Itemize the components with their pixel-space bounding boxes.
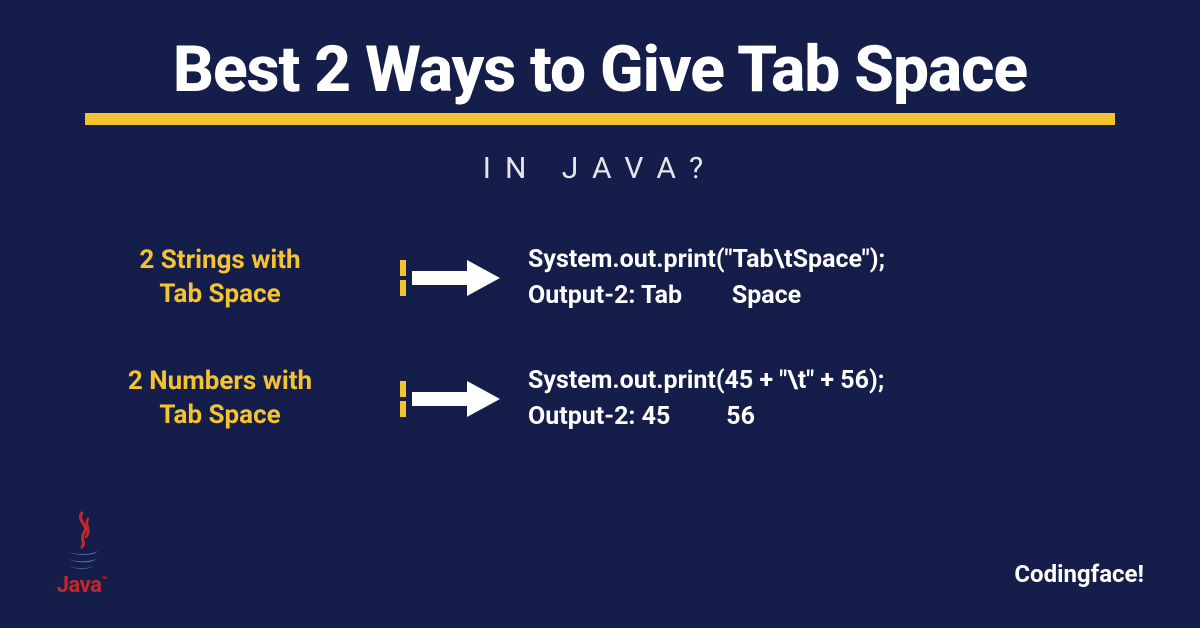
page-title: Best 2 Ways to Give Tab Space	[173, 32, 1027, 107]
brand-watermark: Codingface!	[1014, 560, 1144, 588]
java-logo-text: Java™	[57, 573, 107, 598]
example-label-line1: 2 Strings with	[139, 245, 300, 275]
example-row: 2 Strings with Tab Space System.out.prin…	[0, 242, 1200, 315]
java-logo-icon: Java™	[56, 511, 108, 598]
example-label-line2: Tab Space	[159, 279, 280, 309]
arrow-icon	[400, 379, 502, 419]
examples-list: 2 Strings with Tab Space System.out.prin…	[0, 242, 1200, 435]
example-label-line2: Tab Space	[159, 400, 280, 430]
output-line: Output-2: Tab Space	[528, 278, 885, 314]
header: Best 2 Ways to Give Tab Space IN JAVA?	[0, 0, 1200, 186]
example-code: System.out.print("Tab\tSpace"); Output-2…	[528, 242, 885, 315]
output-line: Output-2: 45 56	[528, 399, 884, 435]
arrow-icon	[400, 258, 502, 298]
page-subtitle: IN JAVA?	[0, 151, 1200, 186]
example-code: System.out.print(45 + "\t" + 56); Output…	[528, 363, 884, 436]
example-row: 2 Numbers with Tab Space System.out.prin…	[0, 363, 1200, 436]
example-label: 2 Strings with Tab Space	[0, 244, 400, 312]
example-label: 2 Numbers with Tab Space	[0, 365, 400, 433]
code-line: System.out.print(45 + "\t" + 56);	[528, 363, 884, 399]
example-label-line1: 2 Numbers with	[128, 366, 312, 396]
title-underline	[85, 113, 1115, 125]
code-line: System.out.print("Tab\tSpace");	[528, 242, 885, 278]
